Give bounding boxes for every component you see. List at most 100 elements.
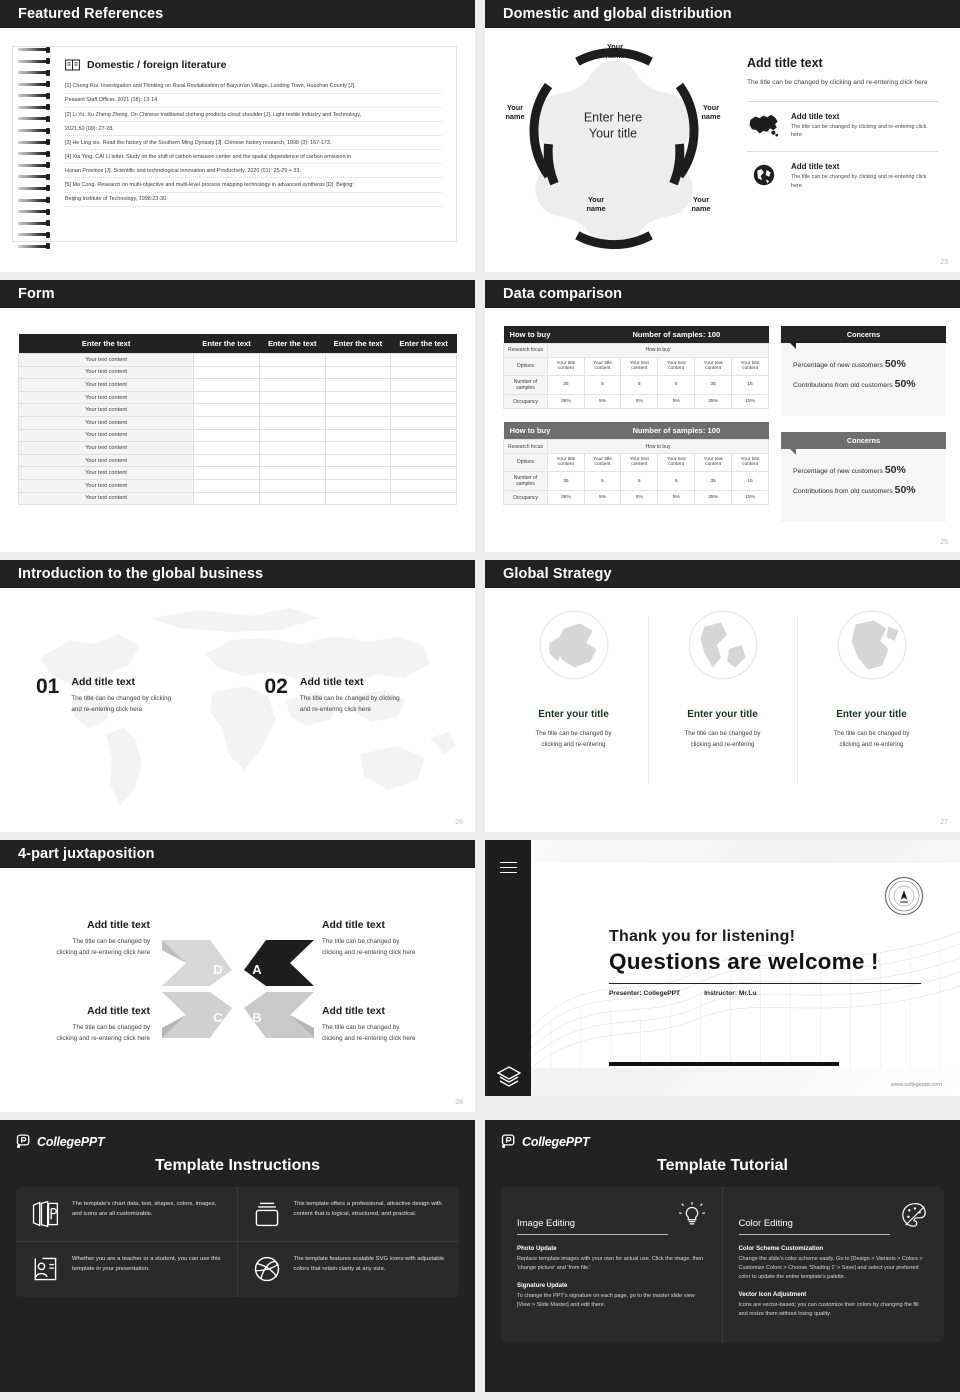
table-cell[interactable] bbox=[324, 428, 392, 443]
table-cell[interactable] bbox=[390, 365, 457, 380]
form-table[interactable]: Enter the text Enter the text Enter the te… bbox=[17, 334, 457, 506]
occupancy-cell[interactable]: 35% bbox=[694, 490, 733, 506]
table-cell[interactable] bbox=[390, 441, 457, 455]
table-cell[interactable] bbox=[193, 441, 260, 455]
table-cell[interactable]: Your text content bbox=[17, 466, 195, 480]
option-cell[interactable]: Your title content bbox=[547, 452, 585, 472]
sample-cell[interactable]: 5 bbox=[583, 470, 622, 492]
table-cell[interactable]: Your text content bbox=[17, 453, 195, 468]
instruction-card[interactable]: The template features scalable SVG icons… bbox=[238, 1242, 460, 1297]
table-row[interactable]: Your text content bbox=[17, 390, 457, 405]
table-row[interactable]: Your text content bbox=[17, 365, 457, 380]
table-column-header[interactable]: Enter the text bbox=[193, 334, 260, 354]
sample-cell[interactable]: 5 bbox=[583, 374, 622, 396]
instruction-card[interactable]: The template's chart data, text, shapes,… bbox=[16, 1187, 238, 1242]
concern-box[interactable]: Concerns Percentage of new customers 50% C… bbox=[781, 326, 946, 417]
quadrant-top-right[interactable]: Add title text The title can be changed … bbox=[322, 920, 472, 959]
table-cell[interactable] bbox=[324, 415, 392, 430]
slide-thank-you[interactable]: Thank you for listening! Questions are w… bbox=[485, 840, 960, 1112]
occupancy-cell[interactable]: 15% bbox=[731, 394, 769, 410]
table-cell[interactable]: Your text content bbox=[17, 491, 195, 506]
table-cell[interactable] bbox=[193, 478, 260, 493]
table-cell[interactable] bbox=[390, 353, 457, 367]
table-cell[interactable] bbox=[324, 491, 392, 506]
sample-cell[interactable]: 5 bbox=[657, 470, 696, 492]
table-cell[interactable] bbox=[390, 378, 457, 392]
occupancy-cell[interactable]: 35% bbox=[547, 490, 585, 506]
table-cell[interactable] bbox=[193, 428, 260, 443]
hamburger-menu-icon[interactable] bbox=[500, 862, 517, 876]
table-row[interactable]: Your text content bbox=[17, 466, 457, 480]
table-row[interactable]: Your text content bbox=[17, 415, 457, 430]
quadrant-bottom-left[interactable]: Add title text The title can be changed … bbox=[0, 1006, 150, 1045]
table-cell[interactable] bbox=[193, 403, 260, 417]
table-row[interactable]: Your text content bbox=[17, 403, 457, 417]
table-cell[interactable] bbox=[193, 491, 260, 506]
sample-cell[interactable]: 15 bbox=[731, 470, 769, 492]
panel-template-instructions[interactable]: CollegePPT Template Instructions The tem… bbox=[0, 1120, 475, 1392]
option-cell[interactable]: Your text content bbox=[657, 356, 696, 376]
sample-cell[interactable]: 5 bbox=[620, 470, 659, 492]
table-cell[interactable] bbox=[390, 453, 457, 468]
occupancy-cell[interactable]: 35% bbox=[694, 394, 733, 410]
table-cell[interactable] bbox=[390, 403, 457, 417]
table-cell[interactable] bbox=[193, 453, 260, 468]
table-cell[interactable]: Your text content bbox=[17, 390, 195, 405]
list-item[interactable]: 01 Add title text The title can be chang… bbox=[36, 676, 247, 716]
slide-4-part-juxtaposition[interactable]: 4-part juxtaposition A B C D Add title t… bbox=[0, 840, 475, 1112]
slide-form[interactable]: Form Enter the text Enter the text Enter t… bbox=[0, 280, 475, 552]
option-cell[interactable]: Your text content bbox=[731, 356, 769, 376]
table-column-header[interactable]: Enter the text bbox=[390, 334, 457, 354]
table-cell[interactable] bbox=[390, 428, 457, 443]
slide-featured-references[interactable]: Featured References Domestic / foreign l… bbox=[0, 0, 475, 272]
table-cell[interactable] bbox=[193, 466, 260, 480]
table-row[interactable]: Your text content bbox=[17, 353, 457, 367]
sample-cell[interactable]: 35 bbox=[547, 374, 585, 396]
table-cell[interactable] bbox=[258, 365, 326, 380]
table-cell[interactable] bbox=[258, 453, 326, 468]
feature-row-globe[interactable]: Add title text The title can be changed … bbox=[747, 162, 938, 190]
table-cell[interactable] bbox=[193, 365, 260, 380]
table-cell[interactable]: Your text content bbox=[17, 478, 195, 493]
occupancy-cell[interactable]: 15% bbox=[731, 490, 769, 506]
sample-cell[interactable]: 5 bbox=[657, 374, 696, 396]
instruction-card[interactable]: This template offers a professional, att… bbox=[237, 1187, 459, 1242]
occupancy-cell[interactable]: 5% bbox=[620, 490, 659, 506]
sample-cell[interactable]: 15 bbox=[731, 374, 769, 396]
table-cell[interactable] bbox=[193, 415, 260, 430]
table-cell[interactable] bbox=[390, 478, 457, 493]
table-cell[interactable]: Your text content bbox=[17, 365, 195, 380]
table-cell[interactable] bbox=[324, 478, 392, 493]
table-cell[interactable] bbox=[258, 415, 326, 430]
table-cell[interactable]: Your text content bbox=[17, 378, 195, 392]
table-cell[interactable] bbox=[390, 466, 457, 480]
table-row[interactable]: Your text content bbox=[17, 491, 457, 506]
table-column-header[interactable]: Enter the text bbox=[18, 334, 194, 354]
layers-icon[interactable] bbox=[497, 1066, 521, 1088]
table-cell[interactable] bbox=[390, 390, 457, 405]
table-row[interactable]: Your text content bbox=[17, 378, 457, 392]
table-cell[interactable]: Your text content bbox=[17, 403, 195, 417]
option-cell[interactable]: Your text content bbox=[731, 452, 769, 472]
sample-cell[interactable]: 35 bbox=[694, 374, 733, 396]
table-cell[interactable]: Your text content bbox=[17, 441, 195, 455]
table-cell[interactable] bbox=[324, 378, 392, 392]
strategy-column[interactable]: Enter your title The title can be changed… bbox=[797, 604, 946, 832]
sample-cell[interactable]: 5 bbox=[620, 374, 659, 396]
table-cell[interactable] bbox=[258, 428, 326, 443]
table-cell[interactable]: Your text content bbox=[17, 415, 195, 430]
option-cell[interactable]: Your text content bbox=[694, 452, 733, 472]
table-cell[interactable] bbox=[258, 403, 326, 417]
concern-box[interactable]: Concerns Percentage of new customers 50% C… bbox=[781, 432, 946, 523]
table-cell[interactable]: Your text content bbox=[17, 353, 195, 367]
slide-domestic-global-distribution[interactable]: Domestic and global distribution Your na… bbox=[485, 0, 960, 272]
table-cell[interactable] bbox=[193, 353, 260, 367]
option-cell[interactable]: Your text content bbox=[620, 452, 659, 472]
table-row[interactable]: Your text content bbox=[17, 453, 457, 468]
quadrant-bottom-right[interactable]: Add title text The title can be changed … bbox=[322, 1006, 472, 1045]
table-cell[interactable] bbox=[258, 378, 326, 392]
table-cell[interactable] bbox=[258, 390, 326, 405]
table-cell[interactable] bbox=[324, 365, 392, 380]
sample-cell[interactable]: 35 bbox=[547, 470, 585, 492]
occupancy-cell[interactable]: 5% bbox=[657, 394, 696, 410]
